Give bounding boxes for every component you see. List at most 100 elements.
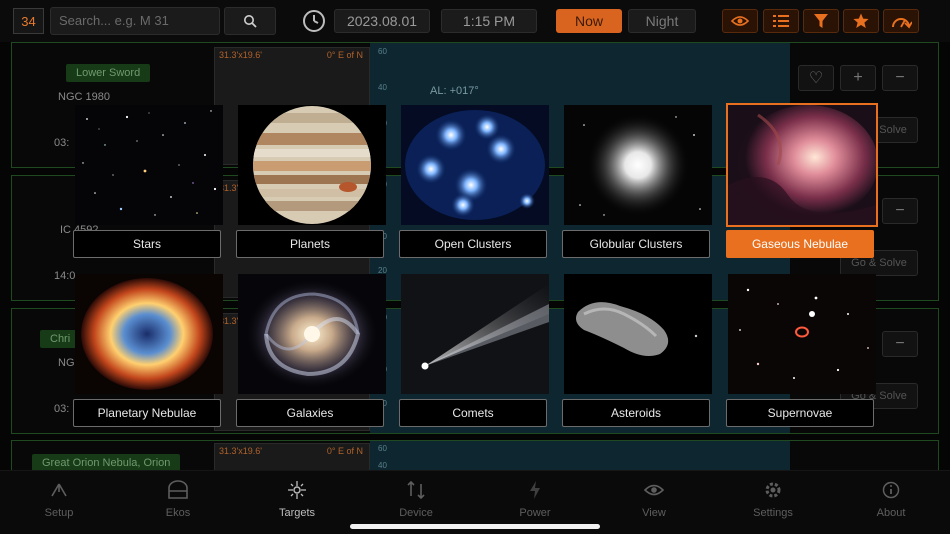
filter-icon (814, 14, 828, 28)
category-comets[interactable]: Comets (399, 274, 549, 430)
nav-power[interactable]: Power (476, 479, 594, 523)
whirlpool-galaxy-image (238, 274, 386, 394)
heart-icon: ♡ (808, 70, 824, 87)
top-toolbar: 34 Search... e.g. M 31 2023.08.01 1:15 P… (0, 0, 950, 42)
time-field[interactable]: 1:15 PM (441, 9, 537, 33)
category-stars[interactable]: Stars (73, 105, 223, 261)
nav-label: Ekos (165, 507, 191, 519)
category-label: Galaxies (236, 399, 384, 427)
category-open-clusters[interactable]: Open Clusters (399, 105, 549, 261)
target-time: 14:0 (54, 270, 76, 282)
about-icon (882, 481, 900, 499)
graph-tick: 40 (378, 83, 387, 92)
stars-image (75, 105, 223, 225)
category-globular-clusters[interactable]: Globular Clusters (562, 105, 712, 261)
date-field[interactable]: 2023.08.01 (334, 9, 430, 33)
favorites-button[interactable] (843, 9, 879, 33)
category-planets[interactable]: Planets (236, 105, 386, 261)
nav-label: Device (399, 507, 433, 519)
favorite-button[interactable]: ♡ (798, 65, 834, 91)
device-icon (407, 480, 425, 500)
clock-icon[interactable] (302, 9, 326, 33)
view-icon (644, 484, 664, 496)
graph-tick: 60 (378, 47, 387, 56)
altitude-readout: AL: +017° (430, 85, 479, 97)
category-label: Stars (73, 230, 221, 258)
helix-nebula-image (75, 274, 223, 394)
ekos-icon (168, 480, 188, 499)
nav-label: View (642, 507, 666, 519)
nav-ekos[interactable]: Ekos (119, 479, 237, 523)
targets-icon (288, 481, 306, 499)
eye-icon (731, 16, 749, 26)
category-label: Planets (236, 230, 384, 258)
remove-button[interactable]: − (882, 331, 918, 357)
pa-label: 0° E of N (326, 446, 363, 456)
minus-icon: − (895, 202, 905, 219)
remove-button[interactable]: − (882, 198, 918, 224)
category-label: Asteroids (562, 399, 710, 427)
nav-about[interactable]: About (832, 479, 950, 523)
nav-targets[interactable]: Targets (238, 479, 356, 523)
refresh-icon (892, 18, 912, 29)
graph-tick: 60 (378, 444, 387, 453)
remove-button[interactable]: − (882, 65, 918, 91)
night-button[interactable]: Night (628, 9, 696, 33)
fov-label: 31.3'x19.6' (219, 446, 262, 456)
target-count-badge: 34 (13, 8, 44, 34)
fov-label: 31.3'x19.6' (219, 50, 262, 60)
power-icon (530, 481, 540, 499)
nav-label: About (876, 507, 906, 519)
category-galaxies[interactable]: Galaxies (236, 274, 386, 430)
target-name-badge: Lower Sword (66, 64, 151, 82)
asteroid-image (564, 274, 712, 394)
nav-label: Power (519, 507, 551, 519)
eye-toggle-button[interactable] (722, 9, 758, 33)
nav-settings[interactable]: Settings (714, 479, 832, 523)
filter-button[interactable] (803, 9, 839, 33)
target-time: 03: (54, 137, 70, 149)
settings-icon (765, 482, 781, 498)
jupiter-image (238, 105, 386, 225)
search-icon (244, 15, 257, 28)
orion-nebula-image (726, 103, 878, 227)
category-label: Globular Clusters (562, 230, 710, 258)
target-catalog: NGC 1980 (58, 91, 110, 103)
search-button[interactable] (224, 7, 276, 35)
nav-label: Setup (44, 507, 74, 519)
category-label: Supernovae (726, 399, 874, 427)
minus-icon: − (895, 335, 905, 352)
category-gaseous-nebulae[interactable]: Gaseous Nebulae (726, 103, 878, 261)
globular-cluster-image (564, 105, 712, 225)
refresh-button[interactable] (883, 9, 919, 33)
category-label: Planetary Nebulae (73, 399, 221, 427)
plus-icon: + (853, 69, 863, 86)
setup-icon (51, 483, 67, 497)
add-button[interactable]: + (840, 65, 876, 91)
nav-device[interactable]: Device (357, 479, 475, 523)
category-asteroids[interactable]: Asteroids (562, 274, 712, 430)
list-button[interactable] (763, 9, 799, 33)
nav-setup[interactable]: Setup (0, 479, 118, 523)
category-label: Gaseous Nebulae (726, 230, 874, 258)
nav-view[interactable]: View (595, 479, 713, 523)
nav-label: Targets (278, 507, 316, 519)
home-indicator (350, 524, 600, 529)
list-icon (773, 15, 789, 27)
target-time: 03: (54, 403, 70, 415)
category-planetary-nebulae[interactable]: Planetary Nebulae (73, 274, 223, 430)
comet-image (401, 274, 549, 394)
graph-tick: 40 (378, 461, 387, 470)
nav-label: Settings (753, 507, 793, 519)
category-supernovae[interactable]: Supernovae (726, 274, 876, 430)
now-button[interactable]: Now (556, 9, 622, 33)
minus-icon: − (895, 69, 905, 86)
pa-label: 0° E of N (326, 50, 363, 60)
target-catalog: NG (58, 357, 75, 369)
supernova-remnant-image (728, 274, 876, 394)
category-label: Comets (399, 399, 547, 427)
category-label: Open Clusters (399, 230, 547, 258)
star-icon (853, 13, 869, 28)
pleiades-image (401, 105, 549, 225)
search-input[interactable]: Search... e.g. M 31 (50, 7, 220, 35)
